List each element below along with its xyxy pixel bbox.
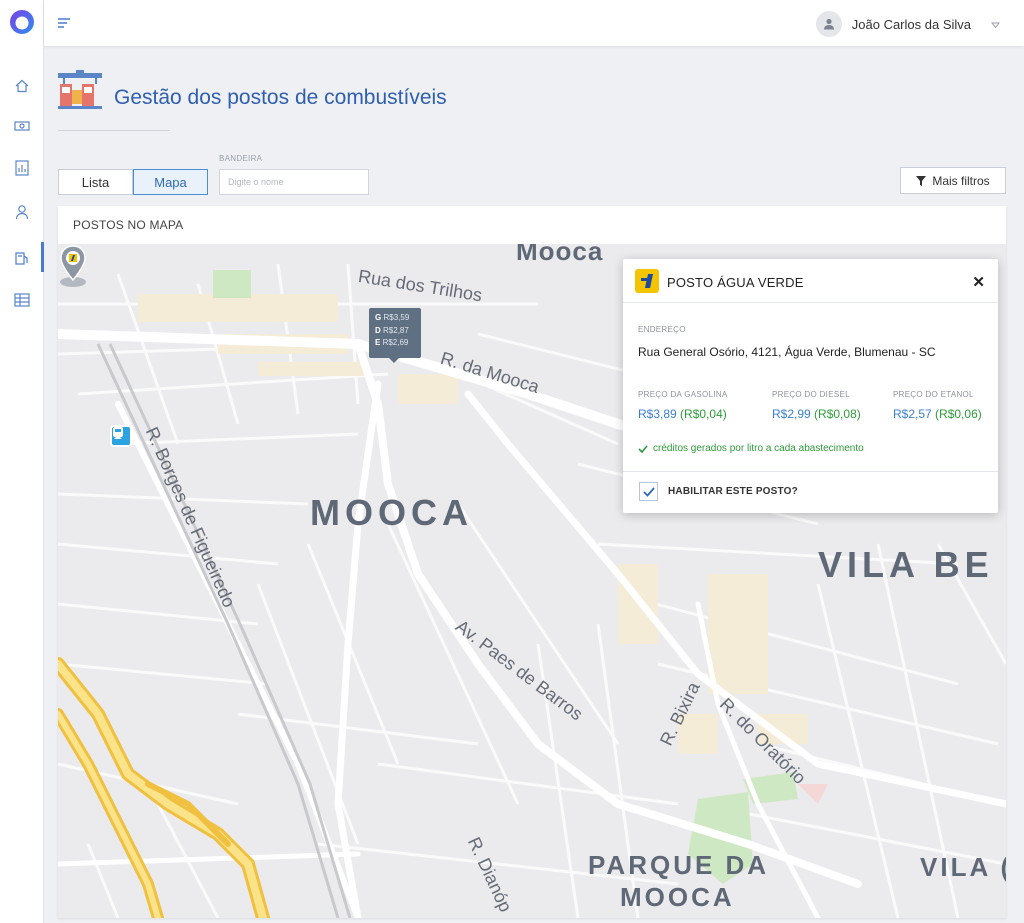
enable-station-label[interactable]: HABILITAR ESTE POSTO? bbox=[668, 486, 798, 497]
marker-d-value: R$2,87 bbox=[383, 325, 409, 335]
table-icon[interactable] bbox=[12, 290, 32, 310]
sidebar bbox=[0, 0, 44, 923]
address-value: Rua General Osório, 4121, Água Verde, Bl… bbox=[638, 345, 936, 359]
sidebar-active-indicator bbox=[41, 242, 44, 272]
chevron-down-icon[interactable] bbox=[990, 17, 1001, 32]
user-icon[interactable] bbox=[12, 202, 32, 222]
diesel-price-value: R$2,99 bbox=[772, 407, 811, 421]
marker-price-row-d: D R$2,87 bbox=[375, 325, 415, 338]
popup-header: POSTO ÁGUA VERDE ✕ bbox=[623, 259, 998, 303]
check-icon bbox=[638, 444, 648, 453]
ethanol-label: PREÇO DO ETANOL bbox=[893, 390, 974, 399]
check-icon bbox=[642, 486, 655, 497]
brand-logo-icon bbox=[635, 269, 659, 293]
map-label-mooca-top: Mooca bbox=[516, 244, 604, 266]
map-label-parque-2: MOOCA bbox=[620, 882, 735, 912]
user-menu[interactable]: João Carlos da Silva bbox=[815, 11, 1001, 37]
ethanol-credit: (R$0,06) bbox=[935, 407, 982, 421]
ethanol-price-value: R$2,57 bbox=[893, 407, 932, 421]
more-filters-button[interactable]: Mais filtros bbox=[900, 167, 1006, 194]
enable-station-checkbox[interactable] bbox=[639, 482, 658, 501]
home-icon[interactable] bbox=[12, 76, 32, 96]
user-name: João Carlos da Silva bbox=[851, 16, 971, 32]
card-title: POSTOS NO MAPA bbox=[73, 218, 184, 232]
marker-d-code: D bbox=[375, 325, 381, 335]
view-toggle: Lista Mapa bbox=[58, 169, 208, 195]
credits-note-text: créditos gerados por litro a cada abaste… bbox=[653, 443, 864, 454]
fuel-station-icon[interactable] bbox=[12, 248, 32, 268]
gasoline-price: R$3,89 (R$0,04) bbox=[638, 407, 727, 421]
more-filters-label: Mais filtros bbox=[932, 173, 990, 188]
map-label-vila-bottom: VILA ( bbox=[920, 852, 1006, 882]
station-popup: POSTO ÁGUA VERDE ✕ ENDEREÇO Rua General … bbox=[623, 259, 998, 513]
map-view-button[interactable]: Mapa bbox=[133, 169, 208, 195]
close-icon[interactable]: ✕ bbox=[972, 273, 985, 291]
filter-icon bbox=[916, 175, 927, 186]
marker-e-value: R$2,69 bbox=[382, 338, 409, 347]
gas-station-header-icon bbox=[58, 70, 102, 109]
popup-footer: HABILITAR ESTE POSTO? bbox=[623, 471, 998, 513]
gasoline-label: PREÇO DA GASOLINA bbox=[638, 390, 728, 399]
map-pin-icon[interactable] bbox=[58, 244, 88, 288]
marker-price-tooltip: G R$3,59 D R$2,87 E R$2,69 bbox=[369, 308, 421, 363]
marker-price-row-g: G R$3,59 bbox=[375, 312, 415, 325]
marker-price-row-e: E R$2,69 bbox=[375, 337, 415, 350]
logo-icon[interactable] bbox=[8, 8, 36, 36]
flag-filter-label: BANDEIRA bbox=[219, 154, 263, 163]
address-label: ENDEREÇO bbox=[638, 325, 686, 334]
flag-filter-input[interactable] bbox=[219, 169, 369, 195]
topbar: João Carlos da Silva bbox=[44, 0, 1024, 46]
menu-icon[interactable] bbox=[57, 16, 71, 34]
metro-icon[interactable] bbox=[110, 425, 132, 447]
title-divider bbox=[58, 130, 170, 131]
marker-g-value: R$3,59 bbox=[383, 313, 410, 322]
money-icon[interactable] bbox=[12, 116, 32, 136]
diesel-price: R$2,99 (R$0,08) bbox=[772, 407, 861, 421]
map-label-vila: VILA BE bbox=[818, 544, 994, 585]
credits-note: créditos gerados por litro a cada abaste… bbox=[638, 443, 864, 454]
marker-e-code: E bbox=[375, 338, 381, 347]
gasoline-credit: (R$0,04) bbox=[680, 407, 727, 421]
ethanol-price: R$2,57 (R$0,06) bbox=[893, 407, 982, 421]
diesel-credit: (R$0,08) bbox=[814, 407, 861, 421]
page-title: Gestão dos postos de combustíveis bbox=[114, 86, 447, 109]
report-icon[interactable] bbox=[12, 158, 32, 178]
list-view-button[interactable]: Lista bbox=[58, 169, 133, 195]
map-label-mooca: MOOCA bbox=[310, 492, 473, 533]
avatar-icon bbox=[815, 11, 842, 37]
gasoline-price-value: R$3,89 bbox=[638, 407, 677, 421]
popup-title: POSTO ÁGUA VERDE bbox=[667, 275, 804, 290]
diesel-label: PREÇO DO DIESEL bbox=[772, 390, 850, 399]
marker-g-code: G bbox=[375, 313, 382, 322]
map-label-parque-1: PARQUE DA bbox=[588, 850, 770, 880]
